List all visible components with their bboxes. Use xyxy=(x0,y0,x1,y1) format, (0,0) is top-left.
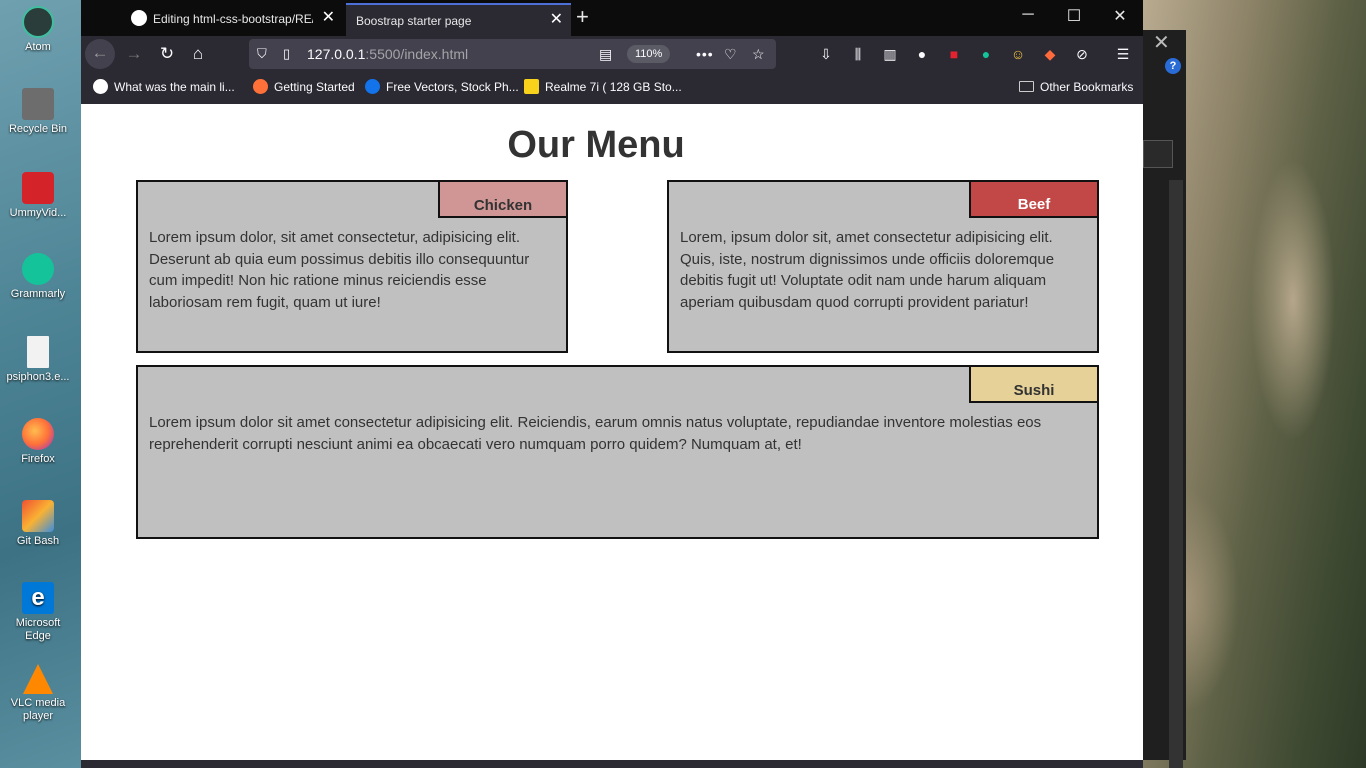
menu-card-label: Beef xyxy=(969,180,1099,218)
pocket-icon[interactable]: ♡ xyxy=(724,39,737,69)
tab-title: Boostrap starter page xyxy=(356,13,472,28)
menu-card-text: Lorem ipsum dolor, sit amet consectetur,… xyxy=(149,229,530,311)
desktop-icon-label: Atom xyxy=(25,41,51,53)
tab-github[interactable]: Editing html-css-bootstrap/RE/ ✕ xyxy=(121,3,343,36)
menu-card-sushi: Sushi Lorem ipsum dolor sit amet consect… xyxy=(136,365,1099,539)
desktop-icon-label: Firefox xyxy=(21,453,55,465)
tab-active[interactable]: Boostrap starter page ✕ xyxy=(346,3,571,36)
back-button[interactable]: ← xyxy=(85,39,115,69)
sidebar-icon[interactable]: ▥ xyxy=(880,44,900,64)
desktop-icon-edge[interactable]: e Microsoft Edge xyxy=(3,582,73,643)
close-tab-icon[interactable]: ✕ xyxy=(322,3,335,33)
desktop-icon-label: Grammarly xyxy=(10,288,66,300)
desktop-icon-vlc[interactable]: VLC media player xyxy=(3,664,73,723)
menu-card-label: Chicken xyxy=(438,180,568,218)
url-host: 127.0.0.1 xyxy=(307,46,366,62)
freepik-icon xyxy=(365,79,380,95)
edge-icon: e xyxy=(22,582,54,614)
bookmark-item[interactable]: Realme 7i ( 128 GB Sto... xyxy=(524,79,682,95)
reader-view-icon[interactable]: ▤ xyxy=(599,39,612,69)
other-bookmarks-label: Other Bookmarks xyxy=(1040,80,1134,94)
extension-icon[interactable]: ◆ xyxy=(1040,44,1060,64)
more-actions-icon[interactable]: ••• xyxy=(696,39,714,69)
new-tab-button[interactable]: + xyxy=(576,4,589,30)
other-bookmarks[interactable]: Other Bookmarks xyxy=(1019,80,1133,94)
status-bar xyxy=(81,760,1143,768)
zoom-badge[interactable]: 110% xyxy=(627,45,671,63)
menu-card-beef: Beef Lorem, ipsum dolor sit, amet consec… xyxy=(667,180,1099,353)
library-icon[interactable]: ⫼ xyxy=(848,44,868,64)
page-viewport: Our Menu Chicken Lorem ipsum dolor, sit … xyxy=(81,104,1143,760)
desktop-icon-ummyvideo[interactable]: UmmyVid... xyxy=(3,172,73,220)
maximize-button[interactable]: ☐ xyxy=(1051,6,1097,26)
vlc-icon xyxy=(23,664,53,694)
url-path: :5500/index.html xyxy=(365,46,469,62)
flipkart-icon xyxy=(524,79,539,95)
file-icon xyxy=(27,336,49,368)
desktop-icon-recycle-bin[interactable]: Recycle Bin xyxy=(3,88,73,136)
minimize-button[interactable]: ─ xyxy=(1005,6,1051,24)
desktop-icon-atom[interactable]: Atom xyxy=(3,6,73,54)
close-tab-icon[interactable]: ✕ xyxy=(550,5,563,35)
forward-button[interactable]: → xyxy=(119,40,149,68)
desktop-icon-label: Microsoft Edge xyxy=(15,617,61,642)
folder-icon xyxy=(1019,81,1034,93)
bookmark-item[interactable]: What was the main li... xyxy=(93,79,235,95)
git-bash-icon xyxy=(22,500,54,532)
bookmark-item[interactable]: Getting Started xyxy=(253,79,355,95)
account-icon[interactable]: ● xyxy=(912,44,932,64)
scrollbar[interactable] xyxy=(1169,180,1183,768)
extension-lock-icon[interactable]: ■ xyxy=(944,44,964,64)
menu-card-label: Sushi xyxy=(969,365,1099,403)
background-input xyxy=(1143,140,1173,168)
navigation-toolbar: ← → ↻ ⌂ ⛉ ▯ 127.0.0.1:5500/index.html ▤ … xyxy=(81,36,1143,72)
bookmark-label: Free Vectors, Stock Ph... xyxy=(386,80,519,94)
desktop-icon-label: Recycle Bin xyxy=(8,123,68,135)
close-window-button[interactable]: ✕ xyxy=(1097,6,1143,26)
atom-icon xyxy=(22,6,54,38)
desktop-icon-label: VLC media player xyxy=(10,697,66,722)
home-button[interactable]: ⌂ xyxy=(183,40,213,68)
firefox-icon xyxy=(253,79,268,95)
grammarly-icon xyxy=(22,253,54,285)
google-icon xyxy=(93,79,108,95)
bookmarks-toolbar: What was the main li... Getting Started … xyxy=(81,72,1143,104)
tab-title: Editing html-css-bootstrap/RE/ xyxy=(153,11,313,26)
bookmark-label: What was the main li... xyxy=(114,80,235,94)
bookmark-label: Getting Started xyxy=(274,80,355,94)
desktop-icon-psiphon[interactable]: psiphon3.e... xyxy=(3,336,73,384)
desktop-icon-firefox[interactable]: Firefox xyxy=(3,418,73,466)
desktop-icon-label: psiphon3.e... xyxy=(6,371,70,383)
page-title: Our Menu xyxy=(507,124,685,166)
url-text[interactable]: 127.0.0.1:5500/index.html xyxy=(307,39,468,69)
background-window: ✕ ? xyxy=(1143,30,1186,768)
shield-icon[interactable]: ⛉ xyxy=(257,39,267,69)
bookmark-label: Realme 7i ( 128 GB Sto... xyxy=(545,80,682,94)
bookmark-item[interactable]: Free Vectors, Stock Ph... xyxy=(365,79,519,95)
tab-bar: Editing html-css-bootstrap/RE/ ✕ Boostra… xyxy=(81,0,1143,36)
grammarly-extension-icon[interactable]: ● xyxy=(976,44,996,64)
desktop-icon-label: Git Bash xyxy=(16,535,60,547)
firefox-icon xyxy=(22,418,54,450)
block-icon[interactable]: ⊘ xyxy=(1072,44,1092,64)
help-icon[interactable]: ? xyxy=(1165,58,1181,74)
close-icon[interactable]: ✕ xyxy=(1153,30,1170,55)
page-icon: ▯ xyxy=(283,46,291,61)
desktop-icon-git-bash[interactable]: Git Bash xyxy=(3,500,73,548)
address-bar[interactable]: ⛉ ▯ 127.0.0.1:5500/index.html ▤ 110% •••… xyxy=(249,39,776,69)
desktop-icon-label: UmmyVid... xyxy=(9,207,67,219)
github-icon xyxy=(131,9,147,26)
recycle-bin-icon xyxy=(22,88,54,120)
desktop-icon-grammarly[interactable]: Grammarly xyxy=(3,253,73,301)
download-icon[interactable]: ⇩ xyxy=(816,44,836,64)
menu-card-text: Lorem ipsum dolor sit amet consectetur a… xyxy=(149,414,1042,453)
menu-card-text: Lorem, ipsum dolor sit, amet consectetur… xyxy=(680,229,1055,311)
menu-card-chicken: Chicken Lorem ipsum dolor, sit amet cons… xyxy=(136,180,568,353)
browser-window: Editing html-css-bootstrap/RE/ ✕ Boostra… xyxy=(81,0,1143,768)
ummy-video-icon xyxy=(22,172,54,204)
emoji-extension-icon[interactable]: ☺ xyxy=(1008,44,1028,64)
menu-icon[interactable]: ☰ xyxy=(1113,44,1133,64)
bookmark-star-icon[interactable]: ☆ xyxy=(752,39,765,69)
reload-button[interactable]: ↻ xyxy=(152,40,182,68)
